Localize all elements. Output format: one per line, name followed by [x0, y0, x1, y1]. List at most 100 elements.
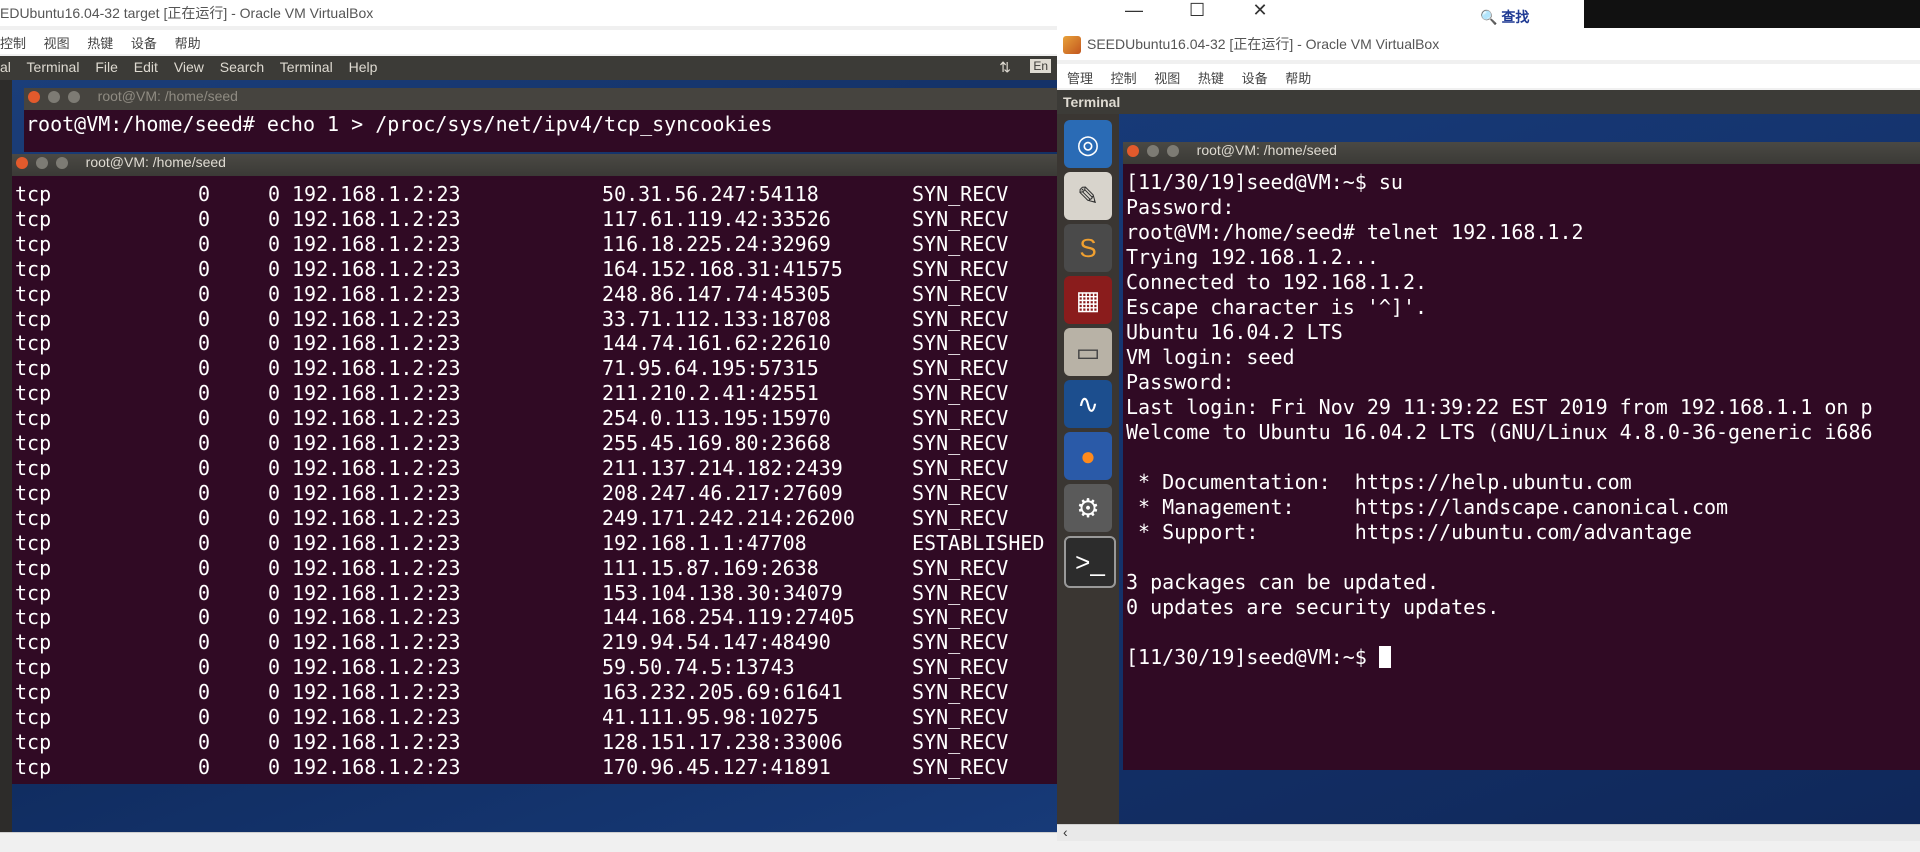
minimize-icon[interactable]: [35, 157, 48, 169]
netstat-proto: tcp: [15, 306, 52, 331]
terminal-line: 3 packages can be updated.: [1126, 570, 1440, 594]
netstat-foreign-address: 144.168.254.119:27405: [602, 605, 855, 630]
terminal-line: Last login: Fri Nov 29 11:39:22 EST 2019…: [1126, 395, 1873, 419]
netstat-foreign-address: 111.15.87.169:2638: [602, 555, 819, 580]
close-icon[interactable]: [1127, 145, 1139, 157]
menu-control[interactable]: 控制: [0, 36, 26, 51]
back-terminal-title: root@VM: /home/seed: [97, 88, 238, 104]
minimize-icon[interactable]: [1146, 145, 1159, 157]
back-terminal-window[interactable]: root@VM: /home/seed root@VM:/home/seed# …: [24, 88, 1057, 152]
close-icon[interactable]: [28, 91, 40, 103]
ubuntu-dash-icon[interactable]: ◎: [1064, 120, 1112, 168]
menu-terminal[interactable]: Terminal: [280, 59, 333, 75]
netstat-recvq: 0: [197, 680, 210, 705]
firefox-icon[interactable]: ●: [1064, 432, 1112, 480]
horizontal-scrollbar[interactable]: ‹: [1057, 824, 1920, 841]
unity-launcher: ◎ ✎ S ▦ ▭ ∿ ● ⚙ >_: [1057, 114, 1119, 824]
menu-file[interactable]: File: [95, 59, 118, 75]
maximize-button[interactable]: ☐: [1168, 0, 1226, 21]
front-terminal-titlebar[interactable]: root@VM: /home/seed: [12, 154, 1057, 176]
netstat-local-address: 192.168.1.2:23: [292, 381, 461, 406]
netstat-state: SYN_RECV: [912, 505, 1009, 530]
back-terminal-command: root@VM:/home/seed# echo 1 > /proc/sys/n…: [26, 112, 773, 136]
menu-edit[interactable]: Edit: [134, 59, 158, 75]
menu-help[interactable]: Help: [349, 59, 378, 75]
netstat-foreign-address: 59.50.74.5:13743: [602, 655, 795, 680]
menu-manage[interactable]: 管理: [1067, 71, 1093, 86]
netstat-recvq: 0: [197, 655, 210, 680]
netstat-state: SYN_RECV: [912, 680, 1009, 705]
system-monitor-icon[interactable]: ▦: [1064, 276, 1112, 324]
menu-hotkey[interactable]: 热键: [87, 36, 113, 51]
right-terminal-output: [11/30/19]seed@VM:~$ su Password: root@VM:…: [1126, 170, 1873, 670]
left-vm-menubar: 控制 视图 热键 设备 帮助: [0, 30, 1057, 54]
netstat-sendq: 0: [267, 331, 280, 356]
menu-devices[interactable]: 设备: [1242, 71, 1268, 86]
menu-terminal-app[interactable]: Terminal: [27, 59, 80, 75]
left-vm-title: EDUbuntu16.04-32 target [正在运行] - Oracle …: [0, 5, 374, 21]
right-terminal-window[interactable]: root@VM: /home/seed [11/30/19]seed@VM:~$…: [1123, 142, 1920, 770]
menu-help[interactable]: 帮助: [1285, 71, 1311, 86]
terminal-icon[interactable]: >_: [1064, 536, 1116, 588]
file-manager-icon[interactable]: ▭: [1064, 328, 1112, 376]
netstat-recvq: 0: [197, 580, 210, 605]
netstat-recvq: 0: [197, 381, 210, 406]
netstat-sendq: 0: [267, 381, 280, 406]
netstat-sendq: 0: [267, 306, 280, 331]
minimize-icon[interactable]: [47, 91, 60, 103]
network-indicator-icon[interactable]: ⇅: [999, 59, 1011, 76]
front-terminal-window[interactable]: root@VM: /home/seed tcp 0 0 192.168.1.2:23 5…: [12, 154, 1057, 784]
netstat-local-address: 192.168.1.2:23: [292, 605, 461, 630]
menu-search[interactable]: Search: [220, 59, 264, 75]
netstat-proto: tcp: [15, 431, 52, 456]
back-terminal-titlebar[interactable]: root@VM: /home/seed: [24, 88, 1057, 110]
netstat-local-address: 192.168.1.2:23: [292, 680, 461, 705]
close-icon[interactable]: [16, 157, 28, 169]
menu-view[interactable]: 视图: [1154, 71, 1180, 86]
scroll-left-icon[interactable]: ‹: [1063, 824, 1068, 840]
menu-hotkey[interactable]: 热键: [1198, 71, 1224, 86]
close-button[interactable]: ✕: [1231, 0, 1289, 21]
maximize-icon[interactable]: [1166, 145, 1179, 157]
netstat-local-address: 192.168.1.2:23: [292, 505, 461, 530]
host-search-button[interactable]: 🔍 查找: [1480, 7, 1529, 27]
host-window-buttons: — ☐ ✕: [1105, 0, 1289, 21]
netstat-recvq: 0: [197, 231, 210, 256]
netstat-foreign-address: 255.45.169.80:23668: [602, 431, 831, 456]
netstat-recvq: 0: [197, 754, 210, 779]
netstat-foreign-address: 41.111.95.98:10275: [602, 705, 819, 730]
terminal-line: Escape character is '^]'.: [1126, 295, 1428, 319]
terminal-line: 0 updates are security updates.: [1126, 595, 1500, 619]
netstat-foreign-address: 144.74.161.62:22610: [602, 331, 831, 356]
menu-control[interactable]: 控制: [1111, 71, 1137, 86]
system-settings-icon[interactable]: ⚙: [1064, 484, 1112, 532]
netstat-foreign-address: 153.104.138.30:34079: [602, 580, 843, 605]
netstat-sendq: 0: [267, 530, 280, 555]
netstat-recvq: 0: [197, 455, 210, 480]
netstat-sendq: 0: [267, 655, 280, 680]
sublime-text-icon[interactable]: S: [1064, 224, 1112, 272]
menu-view[interactable]: View: [174, 59, 204, 75]
menu-devices[interactable]: 设备: [131, 36, 157, 51]
netstat-row: tcp 0 0 192.168.1.2:23 208.247.46.217:27609 S…: [15, 481, 1044, 506]
keyboard-layout-indicator[interactable]: En: [1030, 59, 1051, 73]
netstat-state: SYN_RECV: [912, 655, 1009, 680]
netstat-state: SYN_RECV: [912, 331, 1009, 356]
minimize-button[interactable]: —: [1105, 0, 1163, 21]
right-terminal-titlebar[interactable]: root@VM: /home/seed: [1123, 142, 1920, 164]
text-editor-icon[interactable]: ✎: [1064, 172, 1112, 220]
netstat-recvq: 0: [197, 480, 210, 505]
netstat-recvq: 0: [197, 705, 210, 730]
netstat-proto: tcp: [15, 281, 52, 306]
search-icon: 🔍: [1480, 9, 1498, 25]
menu-view[interactable]: 视图: [44, 36, 70, 51]
netstat-proto: tcp: [15, 231, 52, 256]
netstat-proto: tcp: [15, 406, 52, 431]
maximize-icon[interactable]: [55, 157, 68, 169]
netstat-row: tcp 0 0 192.168.1.2:23 170.96.45.127:41891 SY…: [15, 755, 1044, 780]
wireshark-icon[interactable]: ∿: [1064, 380, 1112, 428]
menu-help[interactable]: 帮助: [175, 36, 201, 51]
netstat-proto: tcp: [15, 356, 52, 381]
maximize-icon[interactable]: [67, 91, 80, 103]
